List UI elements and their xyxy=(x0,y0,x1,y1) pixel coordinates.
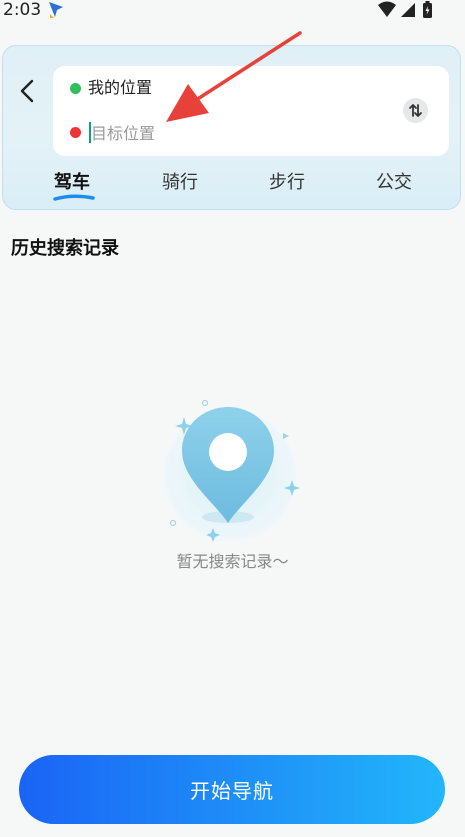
back-icon[interactable] xyxy=(17,78,39,104)
history-title: 历史搜索记录 xyxy=(11,238,119,259)
tab-walk[interactable]: 步行 xyxy=(269,171,305,195)
status-time: 2:03 xyxy=(3,0,42,20)
location-pin-icon xyxy=(164,399,300,542)
wifi-icon xyxy=(378,1,396,17)
route-inputs-panel: 我的位置 xyxy=(53,66,449,156)
battery-icon xyxy=(423,1,432,18)
status-bar: 2:03 xyxy=(0,0,465,22)
active-tab-indicator xyxy=(53,194,95,201)
signal-icon xyxy=(401,3,415,17)
tab-transit[interactable]: 公交 xyxy=(376,171,412,195)
tab-drive[interactable]: 驾车 xyxy=(54,171,90,195)
app-notification-icon xyxy=(49,2,63,18)
start-navigation-button[interactable]: 开始导航 xyxy=(19,755,445,824)
destination-input[interactable] xyxy=(91,121,341,145)
travel-mode-tabs: 驾车 骑行 步行 公交 xyxy=(3,169,462,209)
empty-history-text: 暂无搜索记录～ xyxy=(176,552,289,571)
swap-icon[interactable] xyxy=(403,98,428,123)
origin-dot xyxy=(70,83,81,94)
tab-ride[interactable]: 骑行 xyxy=(162,171,198,195)
destination-dot xyxy=(70,127,81,138)
system-status-icons xyxy=(378,1,432,18)
origin-field[interactable]: 我的位置 xyxy=(88,77,152,99)
route-card: 我的位置 驾车 骑行 步行 公交 xyxy=(2,45,461,210)
